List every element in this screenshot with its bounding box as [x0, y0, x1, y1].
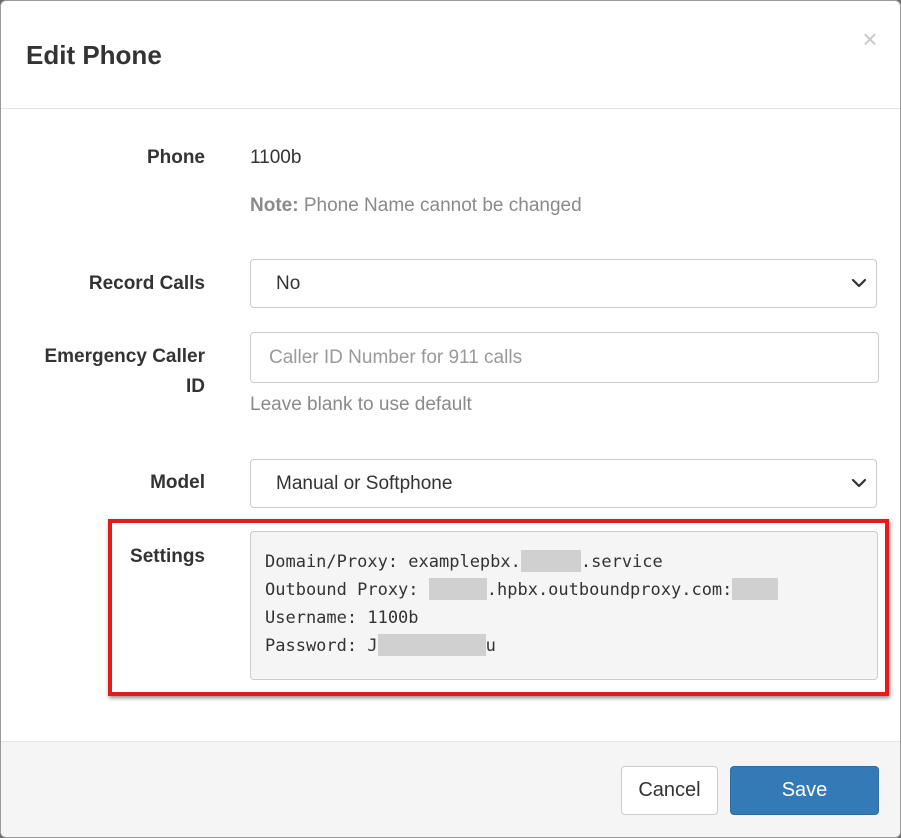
- redacted-block: [520, 550, 581, 572]
- settings-block: Domain/Proxy: examplepbx. .service Outboun…: [250, 531, 878, 680]
- phone-name-note: Note: Phone Name cannot be changed: [250, 194, 582, 218]
- phone-label: Phone: [146, 147, 205, 168]
- note-text: Phone Name cannot be changed: [298, 195, 582, 216]
- chevron-down-icon: [851, 278, 867, 288]
- record-calls-selected-value: No: [276, 273, 301, 294]
- settings-domain-line: Domain/Proxy: examplepbx. .service: [265, 548, 863, 576]
- model-label: Model: [150, 472, 205, 493]
- settings-password-line: Password: J u: [265, 632, 863, 660]
- emergency-caller-id-label: Emergency Caller ID: [21, 342, 205, 402]
- redacted-block: [428, 578, 487, 600]
- outbound-middle: .hpbx.outboundproxy.com:: [486, 580, 733, 600]
- domain-suffix: .service: [580, 552, 663, 572]
- settings-outbound-line: Outbound Proxy: .hpbx.outboundproxy.com:: [265, 576, 863, 604]
- emergency-label-line2: ID: [186, 376, 205, 397]
- record-calls-select[interactable]: No: [250, 259, 877, 308]
- settings-username-line: Username: 1100b: [265, 608, 419, 628]
- modal-title: Edit Phone: [26, 40, 162, 70]
- record-calls-label: Record Calls: [88, 273, 205, 294]
- domain-prefix: Domain/Proxy: examplepbx.: [265, 552, 521, 572]
- modal-footer: Cancel Save: [1, 741, 900, 837]
- edit-phone-modal: Edit Phone × Phone 1100b Note: Phone Nam…: [0, 0, 901, 838]
- emergency-caller-id-input[interactable]: [250, 332, 879, 383]
- save-button[interactable]: Save: [730, 766, 879, 815]
- outbound-prefix: Outbound Proxy:: [265, 580, 429, 600]
- cancel-button[interactable]: Cancel: [621, 766, 718, 815]
- settings-label: Settings: [130, 546, 205, 567]
- note-strong: Note:: [250, 195, 299, 216]
- model-selected-value: Manual or Softphone: [276, 473, 453, 494]
- emergency-caller-id-help: Leave blank to use default: [250, 394, 472, 415]
- modal-header: Edit Phone ×: [1, 1, 900, 109]
- phone-name-value: 1100b: [250, 147, 302, 168]
- chevron-down-icon: [851, 478, 867, 488]
- password-prefix: Password: J: [265, 636, 378, 656]
- model-select[interactable]: Manual or Softphone: [250, 459, 877, 508]
- emergency-label-line1: Emergency Caller: [44, 346, 205, 367]
- password-suffix: u: [485, 636, 496, 656]
- close-icon[interactable]: ×: [857, 25, 883, 53]
- redacted-block: [732, 578, 779, 600]
- redacted-block: [377, 634, 486, 656]
